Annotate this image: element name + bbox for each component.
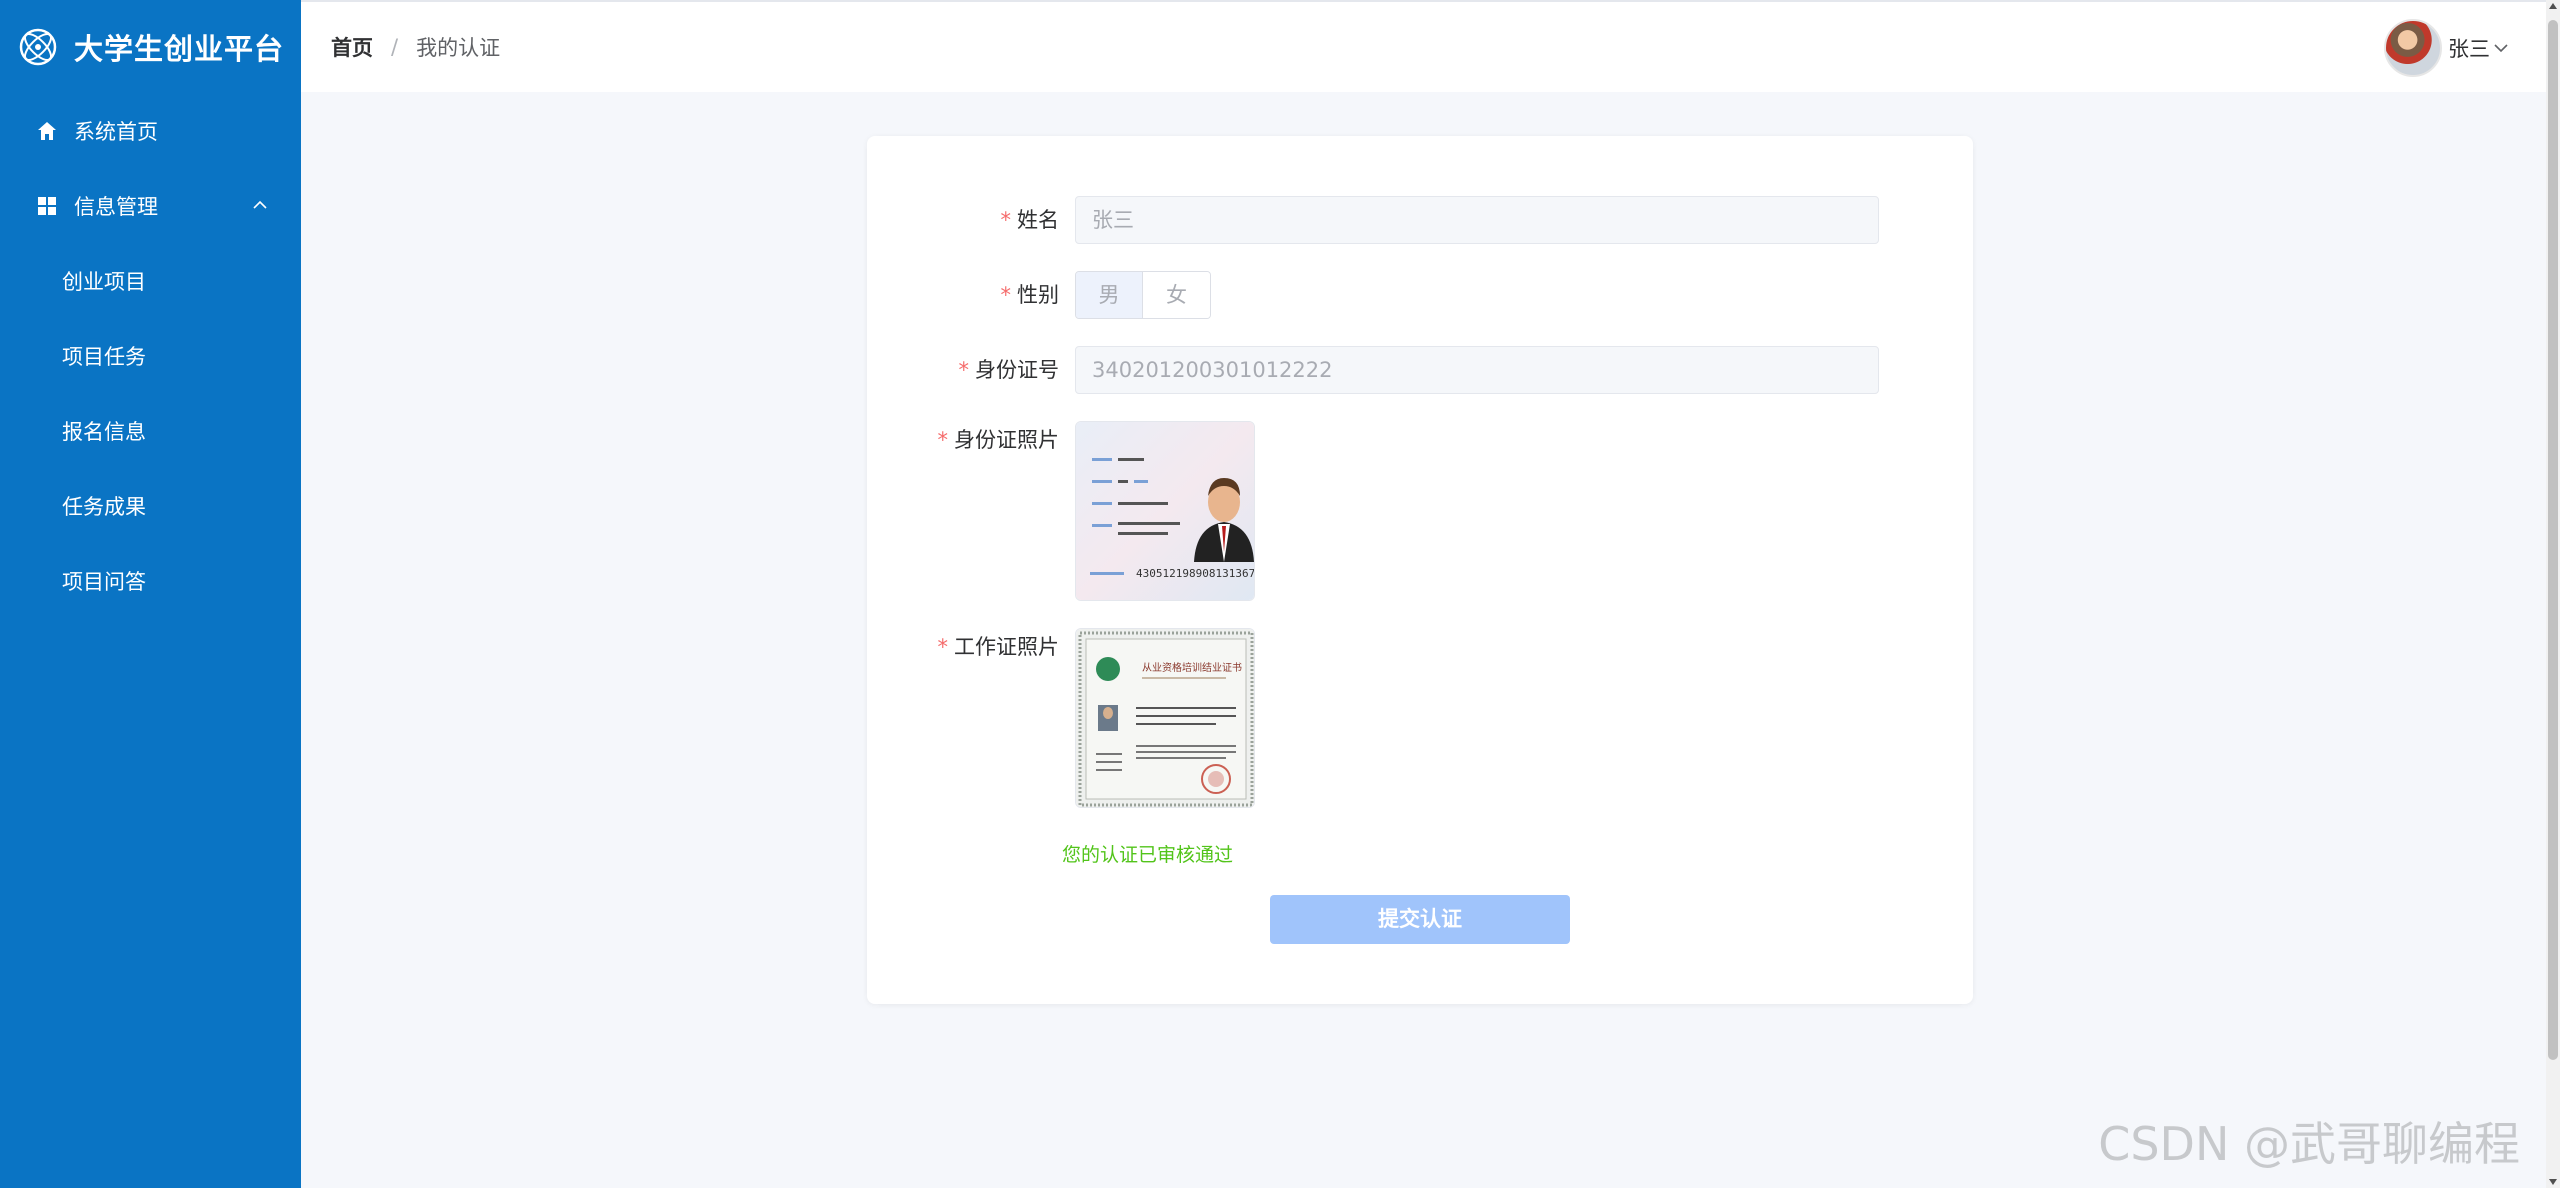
chevron-up-icon: [253, 200, 267, 209]
logo-icon: [19, 28, 57, 65]
sidebar: 大学生创业平台 系统首页 信息管理 创业项目 项目任务 报名信息 任务成果 项目…: [0, 0, 301, 1188]
name-label: * 姓名: [1000, 208, 1060, 232]
required-mark: *: [1000, 208, 1012, 232]
form-row-name: * 姓名 张三: [867, 196, 1879, 244]
sidebar-item-registrations[interactable]: 报名信息: [0, 393, 301, 468]
id-number-input[interactable]: 340201200301012222: [1075, 346, 1879, 394]
id-photo-label: * 身份证照片: [937, 428, 1060, 452]
name-input[interactable]: 张三: [1075, 196, 1879, 244]
breadcrumb-current: 我的认证: [416, 36, 501, 60]
brand[interactable]: 大学生创业平台: [0, 0, 301, 93]
home-icon: [36, 120, 58, 142]
watermark: CSDN @武哥聊编程: [2098, 1117, 2520, 1171]
scroll-up-icon[interactable]: [2549, 3, 2557, 9]
work-photo-label: * 工作证照片: [937, 635, 1060, 659]
gender-option-female[interactable]: 女: [1143, 272, 1210, 318]
scroll-down-icon[interactable]: [2549, 1179, 2557, 1185]
certificate-title: 从业资格培训结业证书: [1142, 661, 1242, 674]
form-row-id-photo: * 身份证照片 430512198908131367: [867, 421, 1255, 601]
sidebar-item-label: 系统首页: [74, 119, 158, 144]
required-mark: *: [937, 428, 949, 452]
sidebar-item-project-tasks[interactable]: 项目任务: [0, 318, 301, 393]
sidebar-item-label: 报名信息: [62, 419, 146, 444]
sidebar-item-task-results[interactable]: 任务成果: [0, 468, 301, 543]
gender-option-male[interactable]: 男: [1076, 272, 1143, 318]
required-mark: *: [937, 635, 949, 659]
certification-status: 您的认证已审核通过: [1062, 844, 1234, 866]
grid-icon: [36, 195, 58, 217]
gender-radio-group: 男 女: [1075, 271, 1211, 319]
work-certificate-image: 从业资格培训结业证书: [1076, 629, 1254, 807]
user-menu[interactable]: 张三: [2384, 19, 2510, 77]
scrollbar[interactable]: [2546, 0, 2560, 1188]
sidebar-item-info-management[interactable]: 信息管理: [0, 168, 301, 243]
gender-label: * 性别: [1000, 283, 1060, 307]
sidebar-item-label: 创业项目: [62, 269, 146, 294]
required-mark: *: [1000, 283, 1012, 307]
sidebar-item-label: 项目问答: [62, 569, 146, 594]
sidebar-item-home[interactable]: 系统首页: [0, 93, 301, 168]
sidebar-item-project-qa[interactable]: 项目问答: [0, 543, 301, 618]
id-card-image: 430512198908131367: [1076, 422, 1255, 600]
breadcrumb-home[interactable]: 首页: [331, 32, 373, 62]
work-certificate-photo[interactable]: 从业资格培训结业证书: [1075, 628, 1255, 808]
sidebar-item-label: 项目任务: [62, 344, 146, 369]
header: 首页 / 我的认证 张三: [301, 0, 2560, 92]
sidebar-item-label: 信息管理: [74, 194, 158, 219]
breadcrumb-separator: /: [391, 35, 399, 59]
app-title: 大学生创业平台: [74, 31, 285, 66]
submit-certification-button[interactable]: 提交认证: [1270, 895, 1570, 944]
sidebar-item-label: 任务成果: [62, 494, 146, 519]
scrollbar-thumb[interactable]: [2548, 20, 2558, 1060]
user-name[interactable]: 张三: [2448, 33, 2490, 63]
avatar[interactable]: [2384, 19, 2442, 77]
form-row-id-number: * 身份证号 340201200301012222: [867, 346, 1879, 394]
sidebar-item-startup-projects[interactable]: 创业项目: [0, 243, 301, 318]
chevron-down-icon[interactable]: [2492, 39, 2510, 57]
required-mark: *: [958, 358, 970, 382]
id-number-label: * 身份证号: [958, 358, 1060, 382]
id-card-photo[interactable]: 430512198908131367: [1075, 421, 1255, 601]
form-row-work-photo: * 工作证照片 从业资格培训结业证书: [867, 628, 1255, 808]
id-card-number: 430512198908131367: [1136, 567, 1255, 580]
breadcrumb: 首页 / 我的认证: [331, 32, 500, 62]
form-row-gender: * 性别 男 女: [867, 271, 1211, 319]
certification-form-card: * 姓名 张三 * 性别 男 女 * 身份证号 340201200301012222 …: [867, 136, 1973, 1004]
